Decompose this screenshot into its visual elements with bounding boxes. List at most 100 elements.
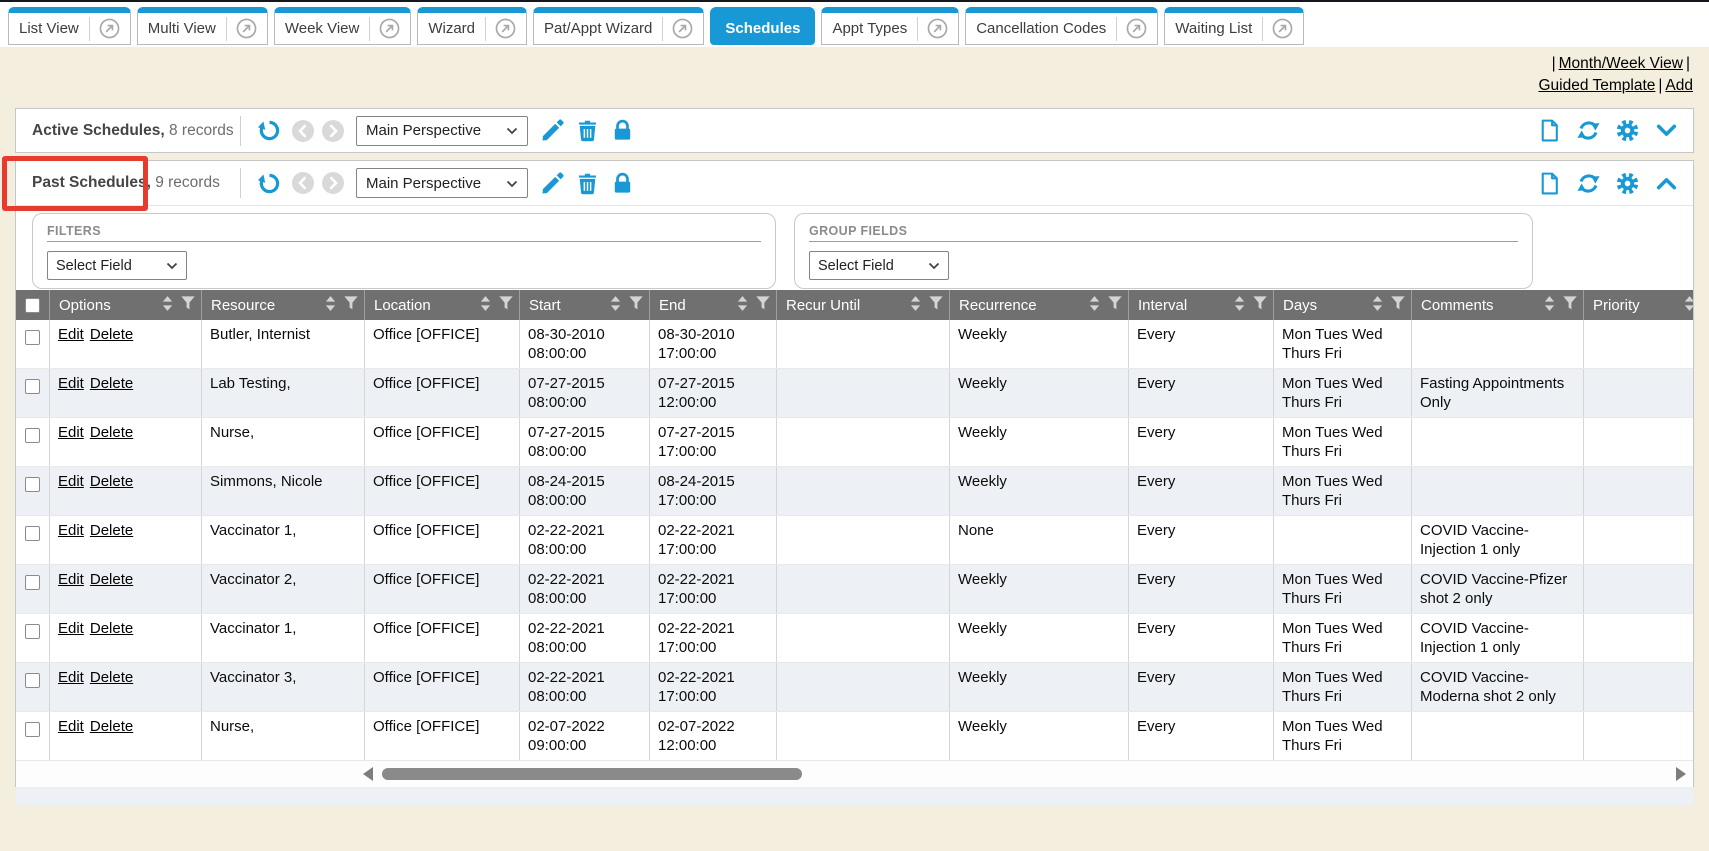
edit-link[interactable]: Edit	[58, 473, 84, 490]
row-checkbox[interactable]	[25, 722, 40, 737]
edit-link[interactable]: Edit	[58, 669, 84, 686]
scrollbar-thumb[interactable]	[382, 768, 802, 780]
edit-perspective-icon[interactable]	[540, 171, 565, 196]
table-row[interactable]: EditDeleteNurse,Office [OFFICE]07-27-201…	[16, 418, 1693, 467]
row-checkbox[interactable]	[25, 379, 40, 394]
row-checkbox[interactable]	[25, 330, 40, 345]
edit-link[interactable]: Edit	[58, 522, 84, 539]
table-row[interactable]: EditDeleteVaccinator 1,Office [OFFICE]02…	[16, 614, 1693, 663]
sort-icon[interactable]	[736, 295, 749, 316]
sort-icon[interactable]	[1088, 295, 1101, 316]
sort-icon[interactable]	[324, 295, 337, 316]
tab-cancellation-codes[interactable]: Cancellation Codes	[965, 7, 1158, 45]
delete-perspective-icon[interactable]	[575, 171, 600, 196]
column-header-recur-until[interactable]: Recur Until	[776, 290, 949, 320]
open-in-new-window-icon[interactable]	[672, 18, 693, 39]
filter-funnel-icon[interactable]	[180, 295, 196, 315]
collapse-chevron-up-icon[interactable]	[1654, 171, 1679, 196]
filters-field-select[interactable]: Select Field	[47, 251, 187, 280]
tab-multi-view[interactable]: Multi View	[137, 7, 268, 45]
tab-week-view[interactable]: Week View	[274, 7, 411, 45]
export-document-icon[interactable]	[1537, 118, 1562, 143]
delete-link[interactable]: Delete	[90, 620, 133, 637]
edit-link[interactable]: Edit	[58, 375, 84, 392]
filter-funnel-icon[interactable]	[628, 295, 644, 315]
delete-link[interactable]: Delete	[90, 473, 133, 490]
settings-gear-icon[interactable]	[1615, 171, 1640, 196]
row-checkbox[interactable]	[25, 624, 40, 639]
export-document-icon[interactable]	[1537, 171, 1562, 196]
guided-template-link[interactable]: Guided Template	[1538, 77, 1655, 94]
open-in-new-window-icon[interactable]	[1272, 18, 1293, 39]
row-checkbox[interactable]	[25, 477, 40, 492]
perspective-select[interactable]: Main Perspective	[356, 168, 528, 198]
column-header-interval[interactable]: Interval	[1128, 290, 1273, 320]
expand-chevron-down-icon[interactable]	[1654, 118, 1679, 143]
scroll-right-arrow-icon[interactable]	[1676, 767, 1686, 781]
undo-icon[interactable]	[257, 171, 282, 196]
row-checkbox[interactable]	[25, 428, 40, 443]
open-in-new-window-icon[interactable]	[1126, 18, 1147, 39]
column-header-end[interactable]: End	[649, 290, 776, 320]
open-in-new-window-icon[interactable]	[236, 18, 257, 39]
group-fields-select[interactable]: Select Field	[809, 251, 949, 280]
row-checkbox[interactable]	[25, 673, 40, 688]
next-perspective-icon[interactable]	[322, 172, 344, 194]
delete-link[interactable]: Delete	[90, 375, 133, 392]
lock-icon[interactable]	[610, 171, 635, 196]
tab-list-view[interactable]: List View	[8, 7, 131, 45]
filter-funnel-icon[interactable]	[1107, 295, 1123, 315]
edit-link[interactable]: Edit	[58, 571, 84, 588]
add-link[interactable]: Add	[1665, 77, 1693, 94]
open-in-new-window-icon[interactable]	[379, 18, 400, 39]
scroll-left-arrow-icon[interactable]	[363, 767, 373, 781]
column-header-checkbox[interactable]	[16, 290, 49, 320]
edit-perspective-icon[interactable]	[540, 118, 565, 143]
table-row[interactable]: EditDeleteVaccinator 3,Office [OFFICE]02…	[16, 663, 1693, 712]
filter-funnel-icon[interactable]	[755, 295, 771, 315]
open-in-new-window-icon[interactable]	[99, 18, 120, 39]
sort-icon[interactable]	[909, 295, 922, 316]
select-all-checkbox[interactable]	[25, 298, 40, 313]
refresh-icon[interactable]	[1576, 118, 1601, 143]
table-row[interactable]: EditDeleteNurse,Office [OFFICE]02-07-202…	[16, 712, 1693, 761]
delete-link[interactable]: Delete	[90, 571, 133, 588]
tab-waiting-list[interactable]: Waiting List	[1164, 7, 1304, 45]
edit-link[interactable]: Edit	[58, 620, 84, 637]
open-in-new-window-icon[interactable]	[927, 18, 948, 39]
settings-gear-icon[interactable]	[1615, 118, 1640, 143]
filter-funnel-icon[interactable]	[1252, 295, 1268, 315]
next-perspective-icon[interactable]	[322, 120, 344, 142]
delete-link[interactable]: Delete	[90, 669, 133, 686]
column-header-location[interactable]: Location	[364, 290, 519, 320]
column-header-recurrence[interactable]: Recurrence	[949, 290, 1128, 320]
prev-perspective-icon[interactable]	[292, 172, 314, 194]
table-row[interactable]: EditDeleteVaccinator 2,Office [OFFICE]02…	[16, 565, 1693, 614]
table-row[interactable]: EditDeleteSimmons, NicoleOffice [OFFICE]…	[16, 467, 1693, 516]
edit-link[interactable]: Edit	[58, 326, 84, 343]
delete-perspective-icon[interactable]	[575, 118, 600, 143]
prev-perspective-icon[interactable]	[292, 120, 314, 142]
column-header-days[interactable]: Days	[1273, 290, 1411, 320]
filter-funnel-icon[interactable]	[1562, 295, 1578, 315]
sort-icon[interactable]	[1683, 295, 1693, 316]
delete-link[interactable]: Delete	[90, 424, 133, 441]
edit-link[interactable]: Edit	[58, 718, 84, 735]
delete-link[interactable]: Delete	[90, 718, 133, 735]
horizontal-scrollbar[interactable]	[16, 760, 1693, 787]
lock-icon[interactable]	[610, 118, 635, 143]
month-week-view-link[interactable]: Month/Week View	[1559, 55, 1683, 72]
filter-funnel-icon[interactable]	[343, 295, 359, 315]
refresh-icon[interactable]	[1576, 171, 1601, 196]
column-header-options[interactable]: Options	[49, 290, 201, 320]
row-checkbox[interactable]	[25, 526, 40, 541]
table-row[interactable]: EditDeleteVaccinator 1,Office [OFFICE]02…	[16, 516, 1693, 565]
tab-wizard[interactable]: Wizard	[417, 7, 527, 45]
perspective-select[interactable]: Main Perspective	[356, 116, 528, 146]
open-in-new-window-icon[interactable]	[495, 18, 516, 39]
table-row[interactable]: EditDeleteButler, InternistOffice [OFFIC…	[16, 320, 1693, 369]
tab-schedules[interactable]: Schedules	[710, 7, 815, 45]
column-header-resource[interactable]: Resource	[201, 290, 364, 320]
sort-icon[interactable]	[479, 295, 492, 316]
undo-icon[interactable]	[257, 118, 282, 143]
